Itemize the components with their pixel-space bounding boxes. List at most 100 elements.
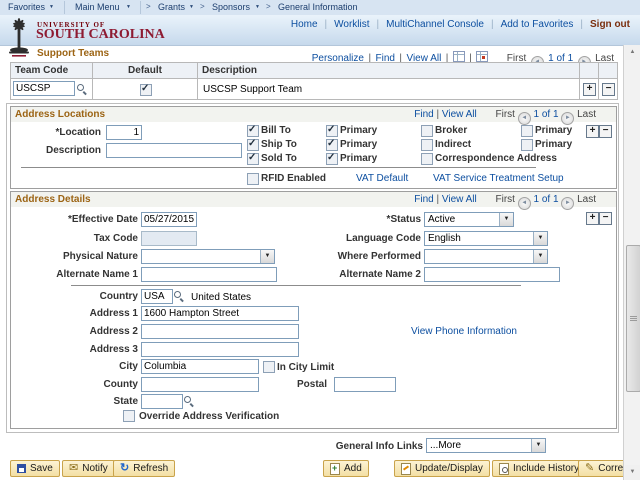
language-code-select[interactable]: English ▼ <box>424 231 548 246</box>
alternate-name1-input[interactable] <box>141 267 277 282</box>
separator: | <box>324 19 328 30</box>
effective-date-input[interactable] <box>141 212 197 227</box>
address-details-header: Address Details Find | View All First ◄ … <box>11 192 616 210</box>
language-code-value: English <box>428 233 461 244</box>
status-select[interactable]: Active ▼ <box>424 212 514 227</box>
state-lookup-icon[interactable] <box>184 396 195 407</box>
vat-service-treatment-setup-link[interactable]: VAT Service Treatment Setup <box>433 173 564 184</box>
main-menu[interactable]: Main Menu <box>75 2 120 12</box>
separator: | <box>376 19 380 30</box>
add-button[interactable]: Add <box>323 460 369 477</box>
delete-row-button[interactable]: − <box>602 83 615 96</box>
address3-input[interactable] <box>141 342 299 357</box>
physical-nature-select[interactable]: ▼ <box>141 249 275 264</box>
find-link[interactable]: Find <box>414 109 433 120</box>
dropdown-arrow-icon[interactable]: ▼ <box>499 213 513 226</box>
country-input[interactable] <box>141 289 173 304</box>
broker-checkbox[interactable] <box>421 125 433 137</box>
team-code-lookup-icon[interactable] <box>77 84 88 95</box>
state-input[interactable] <box>141 394 183 409</box>
add-location-button[interactable]: + <box>586 125 599 138</box>
previous-row-icon[interactable]: ◄ <box>517 197 531 210</box>
general-info-links-value: ...More <box>430 440 462 451</box>
ship-primary-checkbox[interactable] <box>326 138 338 151</box>
effective-date-label: *Effective Date <box>67 214 138 225</box>
breadcrumb-separator: > <box>266 2 271 11</box>
status-label: *Status <box>386 214 421 225</box>
alternate-name2-input[interactable] <box>424 267 560 282</box>
delete-location-button[interactable]: − <box>599 125 612 138</box>
team-code-input[interactable] <box>13 81 75 96</box>
include-history-button[interactable]: Include History <box>492 460 587 477</box>
indirect-checkbox[interactable] <box>421 139 433 151</box>
breadcrumb-separator: > <box>146 2 151 11</box>
override-address-verification-checkbox[interactable] <box>123 410 135 422</box>
last-label: Last <box>577 194 596 205</box>
scrollbar-thumb[interactable] <box>626 245 640 392</box>
vat-default-link[interactable]: VAT Default <box>356 173 408 184</box>
sign-out-link[interactable]: Sign out <box>590 19 630 30</box>
breadcrumb-sponsors[interactable]: Sponsors <box>212 2 250 12</box>
general-info-links-select[interactable]: ...More ▼ <box>426 438 546 453</box>
address-locations-title: Address Locations <box>15 109 106 120</box>
separator: | <box>436 109 440 120</box>
address2-input[interactable] <box>141 324 299 339</box>
status-value: Active <box>428 214 456 225</box>
notify-button[interactable]: ✉ Notify <box>62 460 115 477</box>
previous-row-icon[interactable]: ◄ <box>517 112 531 125</box>
next-row-icon[interactable]: ► <box>561 197 575 210</box>
zoom-grid-icon[interactable] <box>452 51 465 62</box>
in-city-limit-checkbox[interactable] <box>263 361 275 373</box>
chevron-down-icon: ▼ <box>49 4 54 10</box>
bill-primary-checkbox[interactable] <box>326 124 338 137</box>
sold-primary-checkbox[interactable] <box>326 152 338 165</box>
city-input[interactable] <box>141 359 259 374</box>
view-all-link[interactable]: View All <box>442 109 477 120</box>
column-header-blank <box>599 63 618 79</box>
chevron-down-icon: ▼ <box>126 4 131 10</box>
dropdown-arrow-icon[interactable]: ▼ <box>533 232 547 245</box>
update-display-button[interactable]: Update/Display <box>394 460 490 477</box>
dropdown-arrow-icon[interactable]: ▼ <box>533 250 547 263</box>
update-display-label: Update/Display <box>415 463 483 474</box>
favorites-menu[interactable]: Favorites <box>8 2 45 12</box>
add-address-button[interactable]: + <box>586 212 599 225</box>
tab-divider <box>140 1 141 14</box>
add-to-favorites-link[interactable]: Add to Favorites <box>501 19 574 30</box>
separator: | <box>580 19 583 30</box>
bill-to-checkbox[interactable] <box>247 124 259 137</box>
scroll-down-button[interactable]: ▼ <box>625 465 640 480</box>
where-performed-select[interactable]: ▼ <box>424 249 548 264</box>
country-lookup-icon[interactable] <box>174 291 185 302</box>
save-button[interactable]: Save <box>10 460 60 477</box>
ship-to-checkbox[interactable] <box>247 138 259 151</box>
dropdown-arrow-icon[interactable]: ▼ <box>531 439 545 452</box>
refresh-button[interactable]: ↻ Refresh <box>113 460 176 477</box>
view-phone-information-link[interactable]: View Phone Information <box>411 326 517 337</box>
rfid-enabled-checkbox[interactable] <box>247 173 259 185</box>
address1-input[interactable] <box>141 306 299 321</box>
default-checkbox[interactable] <box>140 83 152 96</box>
home-link[interactable]: Home <box>291 19 318 30</box>
where-performed-label: Where Performed <box>337 251 421 262</box>
scroll-up-button[interactable]: ▲ <box>625 45 640 60</box>
breadcrumb-grants[interactable]: Grants <box>158 2 185 12</box>
multichannel-console-link[interactable]: MultiChannel Console <box>386 19 484 30</box>
correspondence-checkbox[interactable] <box>421 153 433 165</box>
worklist-link[interactable]: Worklist <box>334 19 369 30</box>
broker-primary-checkbox[interactable] <box>521 125 533 137</box>
default-cell <box>93 79 198 100</box>
delete-address-button[interactable]: − <box>599 212 612 225</box>
add-row-button[interactable]: + <box>583 83 596 96</box>
view-all-link[interactable]: View All <box>442 194 477 205</box>
address-details-title: Address Details <box>15 194 91 205</box>
postal-input[interactable] <box>334 377 396 392</box>
indirect-primary-checkbox[interactable] <box>521 139 533 151</box>
vertical-scrollbar[interactable]: ▲ ▼ <box>623 45 640 480</box>
sold-to-checkbox[interactable] <box>247 152 259 165</box>
find-link[interactable]: Find <box>414 194 433 205</box>
next-row-icon[interactable]: ► <box>561 112 575 125</box>
location-input[interactable] <box>106 125 142 140</box>
download-grid-icon[interactable] <box>476 51 489 62</box>
description-input[interactable] <box>106 143 242 158</box>
